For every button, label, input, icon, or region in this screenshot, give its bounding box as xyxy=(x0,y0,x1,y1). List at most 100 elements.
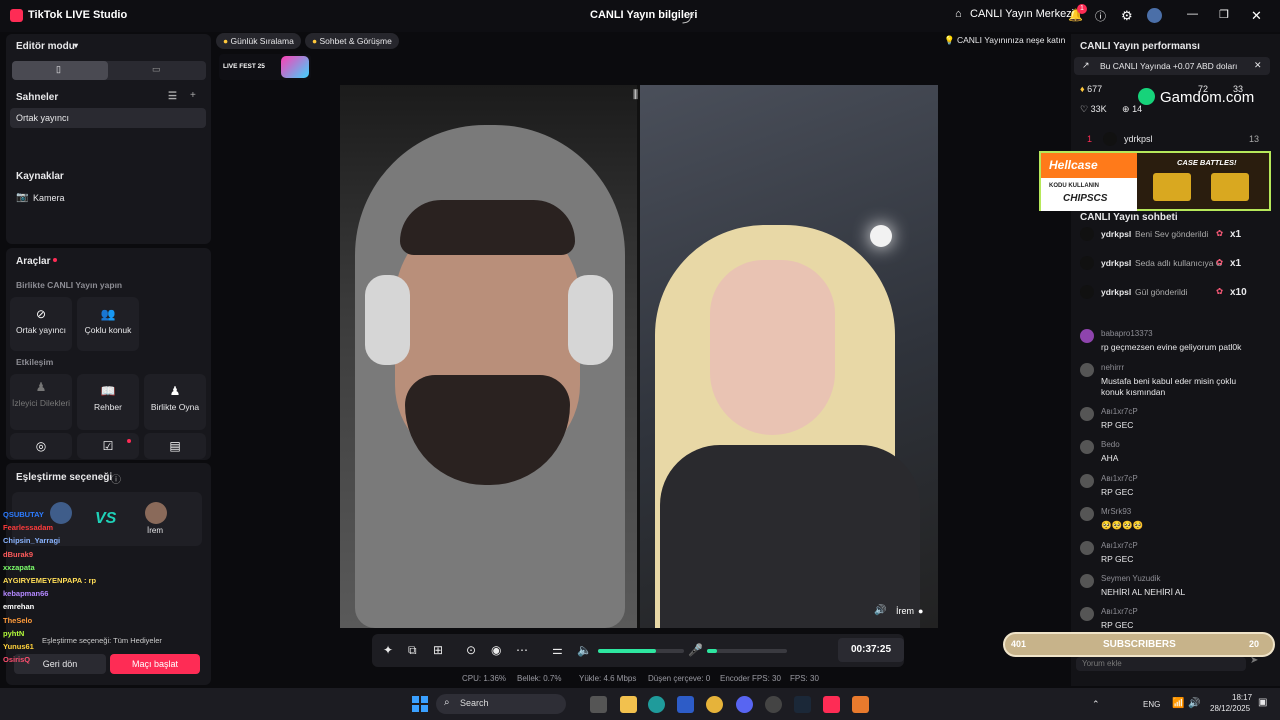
play-together-tool[interactable]: ♟ Birlikte Oyna xyxy=(144,374,206,430)
chat-meet-chip[interactable]: ● Sohbet & Görüşme xyxy=(305,33,399,49)
add-icon[interactable]: + xyxy=(190,90,196,101)
chevron-down-icon[interactable]: ▾ xyxy=(74,41,78,50)
match-filter[interactable]: Eşleştirme seçeneği: Tüm Hediyeler xyxy=(42,636,162,645)
tiktok-logo-icon xyxy=(10,9,23,22)
info-icon[interactable]: ⓘ xyxy=(111,471,121,486)
windows-start-icon[interactable] xyxy=(412,696,428,712)
live-center-link[interactable]: CANLI Yayın Merkezi xyxy=(970,8,1074,20)
gift-icon: ✿ xyxy=(1216,228,1224,238)
help-icon[interactable]: ⓘ xyxy=(1095,8,1106,24)
chat-text: RP GEC xyxy=(1101,554,1134,564)
fun-tip[interactable]: 💡 CANLI Yayınınıza neşe katın xyxy=(944,35,1065,46)
multi-guest-tool[interactable]: 👥 Çoklu konuk xyxy=(77,297,139,351)
split-layout-icon[interactable]: ⫼ xyxy=(633,89,638,102)
clock-time: 18:17 xyxy=(1232,693,1253,702)
comment-placeholder: Yorum ekle xyxy=(1082,659,1122,668)
maximize-icon[interactable]: ❐ xyxy=(1219,8,1229,21)
mic-fill xyxy=(707,649,717,653)
headphone-left xyxy=(365,275,410,365)
volume-icon[interactable]: 🔈 xyxy=(577,643,592,657)
task-view-icon[interactable] xyxy=(590,696,607,713)
search-box[interactable]: ⌕ Search xyxy=(436,694,566,714)
language-indicator[interactable]: ENG xyxy=(1143,700,1160,709)
speaker-tray-icon[interactable]: 🔊 xyxy=(1188,698,1200,709)
editor-mode-label[interactable]: Editör modu xyxy=(16,41,75,52)
extra-tool-2[interactable]: ☑ xyxy=(77,433,139,459)
steam-icon[interactable] xyxy=(794,696,811,713)
share-icon[interactable]: ⤴ xyxy=(682,9,694,26)
daily-ranking-chip[interactable]: ● Günlük Sıralama xyxy=(216,33,301,49)
top-gifter-avatar xyxy=(1103,132,1117,146)
target-icon: ◎ xyxy=(35,439,47,453)
gift-row: ydrkpsl Beni Sev gönderildi ✿ x1 xyxy=(1080,227,1260,243)
encoder-fps-stat: Encoder FPS: 30 xyxy=(720,674,781,683)
mic-slider[interactable] xyxy=(707,649,787,653)
avatar[interactable] xyxy=(1147,8,1162,23)
chat-avatar xyxy=(1080,407,1094,421)
chrome-icon[interactable] xyxy=(706,696,723,713)
gear-icon[interactable]: ⚙ xyxy=(1121,8,1133,24)
gift-count: x1 xyxy=(1230,258,1242,269)
scene-item[interactable]: Ortak yayıncı xyxy=(10,108,206,128)
multi-guest-label: Çoklu konuk xyxy=(84,325,132,335)
magic-icon[interactable]: ✦ xyxy=(383,643,393,657)
wifi-icon[interactable]: 📶 xyxy=(1172,698,1184,709)
chat-avatar xyxy=(1080,541,1094,555)
landscape-icon[interactable]: ▭ xyxy=(152,64,161,75)
gift-user-avatar xyxy=(1080,227,1094,241)
file-explorer-icon[interactable] xyxy=(620,696,637,713)
gift-text: Gül gönderildi xyxy=(1135,287,1188,297)
more-icon[interactable]: ⋯ xyxy=(516,643,528,657)
live-fest-banner[interactable]: LIVE FEST 25 xyxy=(219,54,311,80)
earnings-banner: ↗ Bu CANLI Yayında +0.07 ABD doları ✕ xyxy=(1074,57,1270,75)
cohost-tool[interactable]: ⊘ Ortak yayıncı xyxy=(10,297,72,351)
chat-avatar xyxy=(1080,474,1094,488)
home-icon[interactable]: ⌂ xyxy=(955,8,962,20)
likes-stat: ♡ 33K xyxy=(1080,104,1107,115)
chat-user: MrSrk93 xyxy=(1101,507,1132,516)
guest-options-icon[interactable]: ● xyxy=(918,606,923,616)
capture-icon[interactable]: ◉ xyxy=(491,643,501,657)
record-icon[interactable]: ⊙ xyxy=(466,643,476,657)
app-icon[interactable] xyxy=(852,696,869,713)
edge-icon[interactable] xyxy=(648,696,665,713)
viewer-requests-tool[interactable]: ♟ İzleyici Dilekleri xyxy=(10,374,72,430)
likes-value: 33K xyxy=(1090,104,1107,114)
comment-input[interactable]: Yorum ekle xyxy=(1076,657,1246,671)
start-match-button[interactable]: Maçı başlat xyxy=(110,654,200,674)
volume-slider[interactable] xyxy=(598,649,684,653)
guide-tool[interactable]: 📖 Rehber xyxy=(77,374,139,430)
store-icon[interactable] xyxy=(677,696,694,713)
portrait-option[interactable]: ▯ xyxy=(12,61,108,80)
orientation-toggle[interactable]: ▯ ▭ xyxy=(12,61,206,80)
interaction-label: Etkileşim xyxy=(16,357,54,367)
gift-user: ydrkpsl xyxy=(1101,287,1132,297)
guest-face xyxy=(710,260,835,435)
dropped-stat: Düşen çerçeve: 0 xyxy=(648,674,711,683)
tray-chevron-icon[interactable]: ⌃ xyxy=(1092,699,1100,710)
minimize-icon[interactable]: — xyxy=(1187,8,1198,20)
list-icon[interactable]: ☰ xyxy=(168,91,177,102)
gamdom-logo-icon xyxy=(1138,88,1155,105)
obs-icon[interactable] xyxy=(765,696,782,713)
gift-text: Beni Sev gönderildi xyxy=(1135,229,1209,239)
close-icon[interactable]: ✕ xyxy=(1251,8,1262,24)
chat-user: babapro13373 xyxy=(1101,329,1153,338)
close-banner-icon[interactable]: ✕ xyxy=(1254,60,1262,71)
notification-center-icon[interactable]: ▣ xyxy=(1258,697,1267,708)
gift-user-avatar xyxy=(1080,256,1094,270)
overlay-icon[interactable]: ⊞ xyxy=(433,643,443,657)
microphone-icon[interactable]: 🎤 xyxy=(688,643,703,657)
source-camera[interactable]: Kamera xyxy=(33,193,65,203)
tiktok-taskbar-icon[interactable] xyxy=(823,696,840,713)
notification-badge: 1 xyxy=(1077,4,1087,14)
discord-icon[interactable] xyxy=(736,696,753,713)
overlay-chat-line: QSUBUTAY xyxy=(3,510,44,519)
speaker-icon[interactable]: 🔊 xyxy=(874,605,886,616)
effects-icon[interactable]: ⧉ xyxy=(408,643,417,658)
extra-tool-1[interactable]: ◎ xyxy=(10,433,72,459)
send-icon[interactable]: ➤ xyxy=(1250,655,1258,666)
together-live-label: Birlikte CANLI Yayın yapın xyxy=(16,280,123,290)
extra-tool-3[interactable]: ▤ xyxy=(144,433,206,459)
settings-sliders-icon[interactable]: ⚌ xyxy=(552,643,563,657)
